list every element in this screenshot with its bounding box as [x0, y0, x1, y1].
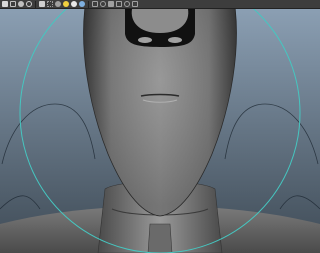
paint-tool-icon[interactable] [18, 1, 24, 7]
viewport-canvas[interactable] [0, 9, 320, 253]
3d-viewport[interactable] [0, 9, 320, 253]
move-tool-icon[interactable] [26, 1, 32, 7]
camera-icon[interactable] [55, 1, 61, 7]
film-gate-icon[interactable] [132, 1, 138, 7]
wireframe-icon[interactable] [116, 1, 122, 7]
rotate-tool-icon[interactable] [39, 1, 45, 7]
right-nostril [168, 37, 182, 43]
select-tool-icon[interactable] [2, 1, 8, 7]
viewport-toolbar [0, 0, 320, 9]
texture-icon[interactable] [79, 1, 85, 7]
collar-opening [147, 223, 173, 253]
isolate-icon[interactable] [100, 1, 106, 7]
grid-toggle-icon[interactable] [47, 1, 53, 7]
xray-icon[interactable] [108, 1, 114, 7]
light-icon[interactable] [63, 1, 69, 7]
lasso-tool-icon[interactable] [10, 1, 16, 7]
render-icon[interactable] [92, 1, 98, 7]
resolution-gate-icon[interactable] [124, 1, 130, 7]
left-nostril [138, 37, 152, 43]
modeling-viewport-app [0, 0, 320, 253]
shading-icon[interactable] [71, 1, 77, 7]
toolbar-separator [88, 0, 89, 8]
toolbar-separator [35, 0, 36, 8]
